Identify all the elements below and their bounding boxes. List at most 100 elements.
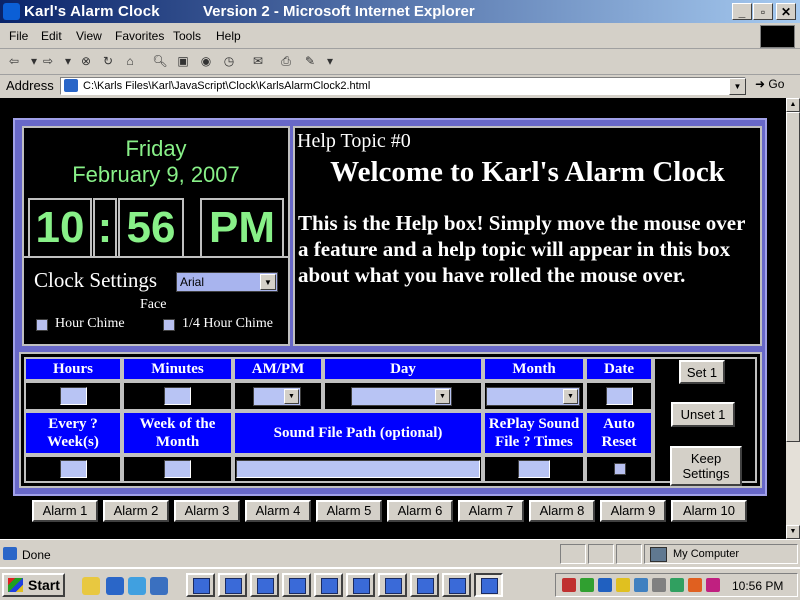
tray-icon[interactable] xyxy=(616,578,630,592)
taskbar-button[interactable] xyxy=(378,573,407,597)
forward-icon[interactable]: ⇨ xyxy=(40,54,56,69)
minutes-input[interactable] xyxy=(164,387,191,405)
tray-icon[interactable] xyxy=(580,578,594,592)
taskbar-button[interactable] xyxy=(410,573,439,597)
taskbar-button-active[interactable] xyxy=(474,573,503,597)
edit-icon[interactable]: ✎ xyxy=(302,54,318,69)
taskbar-button[interactable] xyxy=(186,573,215,597)
taskbar-button[interactable] xyxy=(442,573,471,597)
tray-icon[interactable] xyxy=(652,578,666,592)
chevron-down-icon[interactable]: ▼ xyxy=(563,389,578,404)
header-minutes: Minutes xyxy=(122,357,233,381)
title-bar[interactable]: Karl's Alarm Clock Version 2 - Microsoft… xyxy=(0,0,800,23)
menu-view[interactable]: View xyxy=(76,29,102,43)
taskbar-button[interactable] xyxy=(218,573,247,597)
tray-icon[interactable] xyxy=(634,578,648,592)
replay-input[interactable] xyxy=(518,460,550,478)
alarm-tab-10[interactable]: Alarm 10 xyxy=(671,500,747,522)
hours-input[interactable] xyxy=(60,387,87,405)
clock-separator: : xyxy=(93,198,117,258)
taskbar-button[interactable] xyxy=(346,573,375,597)
hours-cell xyxy=(24,381,122,411)
favorites-icon[interactable]: ▣ xyxy=(175,54,191,69)
search-icon[interactable]: 🔍︎ xyxy=(152,54,168,69)
unset-alarm-button[interactable]: Unset 1 xyxy=(671,402,735,427)
forward-dropdown-icon[interactable]: ▾ xyxy=(60,54,76,69)
vertical-scrollbar[interactable]: ▲ ▼ xyxy=(786,98,800,539)
window-icon xyxy=(193,578,210,594)
quarter-hour-chime-checkbox[interactable] xyxy=(163,319,175,331)
history-icon[interactable]: ◷ xyxy=(221,54,237,69)
alarm-tab-1[interactable]: Alarm 1 xyxy=(32,500,98,522)
month-select[interactable]: ▼ xyxy=(486,387,580,406)
status-zone-panel: My Computer xyxy=(644,544,798,564)
quick-launch-icon[interactable] xyxy=(82,577,100,595)
ie-quick-launch-icon[interactable] xyxy=(106,577,124,595)
tray-icon[interactable] xyxy=(688,578,702,592)
tray-icon[interactable] xyxy=(598,578,612,592)
set-alarm-button[interactable]: Set 1 xyxy=(679,360,725,384)
mail-icon[interactable]: ✉ xyxy=(250,54,266,69)
taskbar-button[interactable] xyxy=(314,573,343,597)
home-icon[interactable]: ⌂ xyxy=(122,54,138,69)
clock-settings: Clock Settings Arial ▼ Face Hour Chime 1… xyxy=(22,256,290,346)
close-button[interactable]: ✕ xyxy=(776,3,796,20)
alarm-tab-7[interactable]: Alarm 7 xyxy=(458,500,524,522)
chevron-down-icon[interactable]: ▼ xyxy=(284,389,299,404)
alarm-tab-3[interactable]: Alarm 3 xyxy=(174,500,240,522)
auto-reset-checkbox[interactable] xyxy=(614,463,626,475)
chevron-down-icon[interactable]: ▼ xyxy=(435,389,450,404)
hour-chime-label: Hour Chime xyxy=(55,316,125,331)
minimize-button[interactable]: _ xyxy=(732,3,752,20)
refresh-icon[interactable]: ↻ xyxy=(100,54,116,69)
header-auto-reset: Auto Reset xyxy=(585,411,653,455)
day-select[interactable]: ▼ xyxy=(351,387,452,406)
desktop-quick-launch-icon[interactable] xyxy=(150,577,168,595)
stop-icon[interactable]: ⊗ xyxy=(78,54,94,69)
date-input[interactable] xyxy=(606,387,633,405)
ampm-select[interactable]: ▼ xyxy=(253,387,301,406)
back-icon[interactable]: ⇦ xyxy=(6,54,22,69)
week-of-month-input[interactable] xyxy=(164,460,191,478)
maximize-button[interactable]: ▫ xyxy=(753,3,773,20)
header-hours: Hours xyxy=(24,357,122,381)
hour-chime-checkbox[interactable] xyxy=(36,319,48,331)
font-select[interactable]: Arial ▼ xyxy=(176,272,278,292)
window-title-suffix: Version 2 - Microsoft Internet Explorer xyxy=(203,3,475,20)
media-icon[interactable]: ◉ xyxy=(198,54,214,69)
alarm-tab-9[interactable]: Alarm 9 xyxy=(600,500,666,522)
go-button[interactable]: ➜ Go xyxy=(755,77,784,91)
address-dropdown-button[interactable]: ▼ xyxy=(729,78,746,95)
start-button[interactable]: Start xyxy=(2,573,65,597)
outlook-quick-launch-icon[interactable] xyxy=(128,577,146,595)
alarm-tab-4[interactable]: Alarm 4 xyxy=(245,500,311,522)
address-input[interactable]: C:\Karls Files\Karl\JavaScript\Clock\Kar… xyxy=(60,77,746,95)
scroll-down-button[interactable]: ▼ xyxy=(786,525,800,539)
alarm-settings-form: Hours Minutes AM/PM Day Month Date ▼ ▼ ▼… xyxy=(19,352,762,488)
menu-tools[interactable]: Tools xyxy=(173,29,201,43)
taskbar-clock[interactable]: 10:56 PM xyxy=(732,579,783,593)
taskbar-button[interactable] xyxy=(250,573,279,597)
alarm-tab-6[interactable]: Alarm 6 xyxy=(387,500,453,522)
every-weeks-input[interactable] xyxy=(60,460,87,478)
tray-icon[interactable] xyxy=(562,578,576,592)
chevron-down-icon[interactable]: ▼ xyxy=(260,274,276,290)
scroll-up-button[interactable]: ▲ xyxy=(786,98,800,112)
menu-file[interactable]: File xyxy=(9,29,28,43)
menu-favorites[interactable]: Favorites xyxy=(115,29,164,43)
alarm-tab-8[interactable]: Alarm 8 xyxy=(529,500,595,522)
scroll-thumb[interactable] xyxy=(786,112,800,442)
tray-icon[interactable] xyxy=(706,578,720,592)
edit-dropdown-icon[interactable]: ▾ xyxy=(322,54,338,69)
address-bar: Address C:\Karls Files\Karl\JavaScript\C… xyxy=(0,74,800,99)
keep-settings-button[interactable]: Keep Settings xyxy=(670,446,742,486)
sound-file-input[interactable] xyxy=(236,460,480,478)
address-url: C:\Karls Files\Karl\JavaScript\Clock\Kar… xyxy=(83,80,371,92)
taskbar-button[interactable] xyxy=(282,573,311,597)
menu-help[interactable]: Help xyxy=(216,29,241,43)
print-icon[interactable]: ⎙ xyxy=(278,54,294,69)
alarm-tab-5[interactable]: Alarm 5 xyxy=(316,500,382,522)
menu-edit[interactable]: Edit xyxy=(41,29,62,43)
tray-icon[interactable] xyxy=(670,578,684,592)
alarm-tab-2[interactable]: Alarm 2 xyxy=(103,500,169,522)
